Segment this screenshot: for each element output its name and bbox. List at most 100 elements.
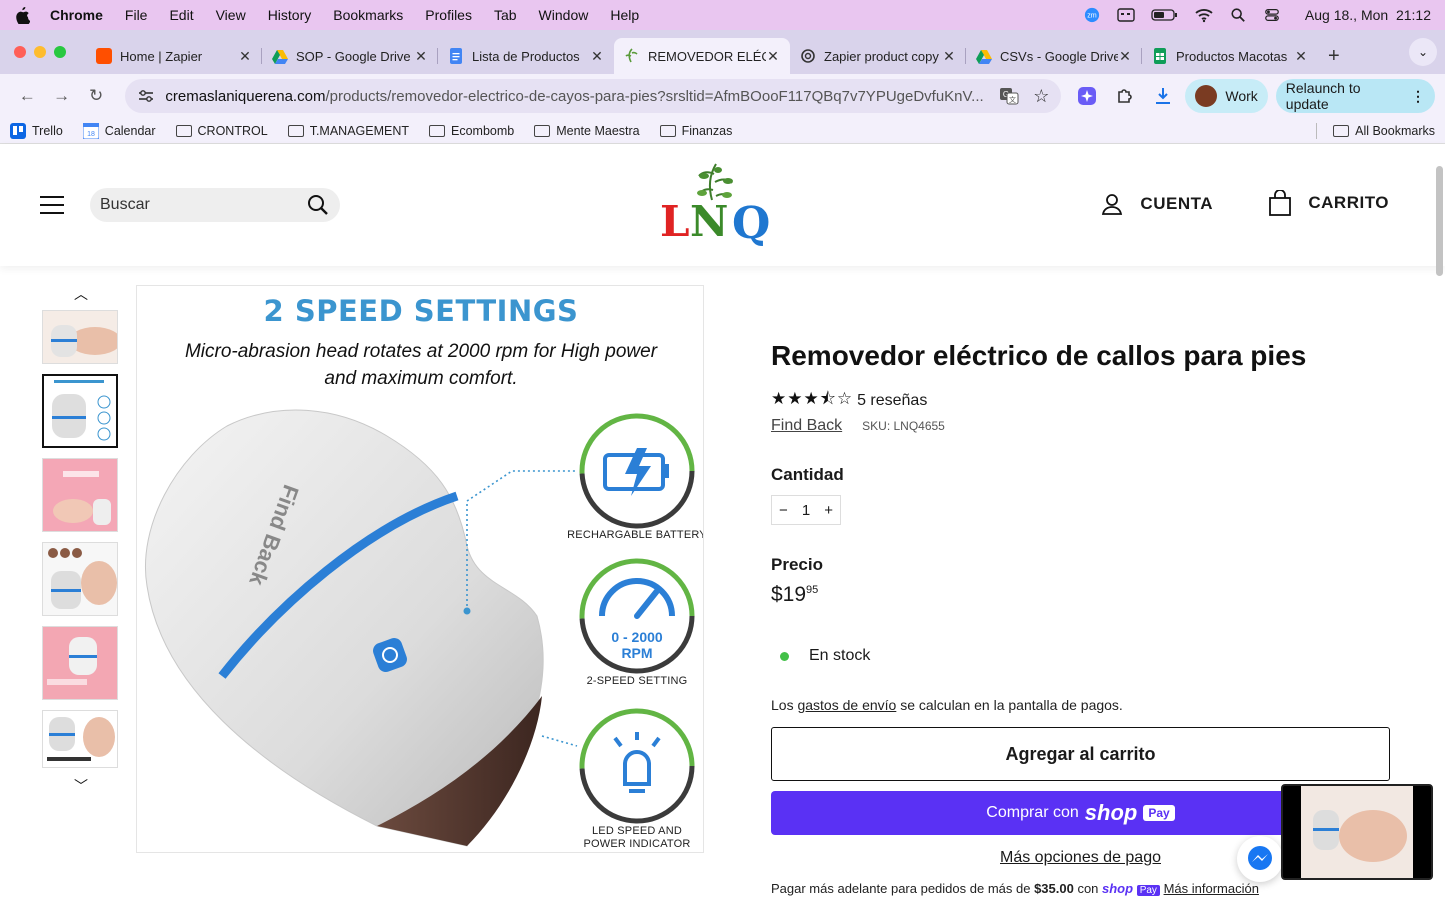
thumbnail-2-selected[interactable] — [42, 374, 118, 448]
spotlight-search-icon[interactable] — [1229, 7, 1247, 23]
thumbnail-3[interactable] — [42, 458, 118, 532]
tab-lista-productos[interactable]: Lista de Productos ✕ — [438, 38, 614, 74]
menubar-clock[interactable]: Aug 18., Mon 21:12 — [1305, 7, 1431, 23]
thumbnail-1[interactable] — [42, 310, 118, 364]
menu-view[interactable]: View — [216, 7, 246, 23]
forward-arrow-icon[interactable]: → — [44, 86, 78, 106]
tab-title: Productos Macotas — [1176, 48, 1288, 64]
minimize-window-button[interactable] — [34, 46, 46, 58]
menu-tab[interactable]: Tab — [494, 7, 517, 23]
close-tab-icon[interactable]: ✕ — [590, 48, 604, 65]
bookmark-folder-mente-maestra[interactable]: Mente Maestra — [534, 123, 640, 138]
url-text[interactable]: cremaslaniquerena.com/products/removedor… — [165, 88, 989, 105]
tab-title: SOP - Google Drive — [296, 48, 411, 64]
tab-productos-macotas[interactable]: Productos Macotas ✕ — [1142, 38, 1318, 74]
tab-title: CSVs - Google Drive — [1000, 48, 1118, 64]
menu-edit[interactable]: Edit — [169, 7, 193, 23]
wifi-icon[interactable] — [1195, 7, 1213, 23]
thumbnail-down-chevron-icon[interactable]: ﹀ — [42, 776, 120, 796]
folder-icon — [659, 124, 676, 137]
battery-icon[interactable] — [1151, 7, 1179, 23]
close-tab-icon[interactable]: ✕ — [1294, 48, 1308, 65]
account-link[interactable]: CUENTA — [1100, 192, 1213, 216]
profile-work-button[interactable]: Work — [1185, 79, 1268, 113]
thumbnail-6[interactable] — [42, 710, 118, 768]
extension-sparkle-icon[interactable] — [1077, 86, 1097, 106]
quantity-increase-button[interactable]: + — [824, 502, 833, 519]
thumbnail-gallery: ︿ ﹀ — [42, 284, 120, 796]
tab-strip: Home | Zapier ✕ SOP - Google Drive ✕ Lis… — [0, 30, 1445, 74]
quantity-stepper[interactable]: − 1 + — [771, 495, 841, 525]
folder-icon — [534, 124, 551, 137]
reload-icon[interactable]: ↻ — [79, 86, 113, 106]
tab-zapier-home[interactable]: Home | Zapier ✕ — [86, 38, 262, 74]
cart-link[interactable]: CARRITO — [1268, 190, 1389, 216]
picture-in-picture-window[interactable] — [1281, 784, 1433, 880]
close-tab-icon[interactable]: ✕ — [1118, 48, 1132, 65]
shipping-link[interactable]: gastos de envío — [797, 697, 896, 713]
new-tab-button[interactable]: + — [1328, 45, 1340, 68]
zoom-icon[interactable]: zm — [1083, 7, 1101, 23]
store-logo[interactable]: L N Q — [660, 162, 772, 248]
close-tab-icon[interactable]: ✕ — [766, 48, 780, 65]
translate-icon[interactable]: G文 — [999, 86, 1019, 106]
bookmark-folder-ecombomb[interactable]: Ecombomb — [429, 124, 514, 138]
review-count[interactable]: 5 reseñas — [857, 392, 927, 410]
main-product-image[interactable]: 2 SPEED SETTINGS Micro-abrasion head rot… — [136, 285, 704, 853]
store-search-input[interactable]: Buscar — [90, 188, 340, 222]
thumbnail-up-chevron-icon[interactable]: ︿ — [42, 284, 120, 304]
menu-file[interactable]: File — [125, 7, 148, 23]
back-arrow-icon[interactable]: ← — [10, 86, 44, 106]
page-scrollbar[interactable] — [1436, 166, 1443, 276]
bookmark-folder-finanzas[interactable]: Finanzas — [659, 124, 732, 138]
menu-hamburger-icon[interactable] — [40, 196, 64, 214]
bookmark-folder-crontrol[interactable]: CRONTROL — [175, 124, 268, 138]
messenger-chat-button[interactable] — [1237, 836, 1283, 882]
bookmark-trello[interactable]: Trello — [10, 122, 63, 139]
extensions-puzzle-icon[interactable] — [1115, 86, 1135, 106]
folder-icon — [287, 124, 304, 137]
tab-removedor-active[interactable]: REMOVEDOR ELÉCTRICO ✕ — [614, 38, 790, 74]
brand-link[interactable]: Find Back — [771, 417, 842, 435]
menu-help[interactable]: Help — [610, 7, 639, 23]
keyboard-icon[interactable] — [1117, 7, 1135, 23]
menu-window[interactable]: Window — [539, 7, 589, 23]
control-center-icon[interactable] — [1263, 7, 1281, 23]
gauge-range: 0 - 2000 — [611, 629, 663, 645]
shopping-bag-icon — [1269, 190, 1292, 216]
bookmark-star-icon[interactable]: ☆ — [1033, 86, 1049, 107]
more-info-link[interactable]: Más información — [1164, 881, 1259, 896]
all-bookmarks-button[interactable]: All Bookmarks — [1333, 124, 1435, 138]
close-tab-icon[interactable]: ✕ — [238, 48, 252, 65]
tab-csvs-drive[interactable]: CSVs - Google Drive ✕ — [966, 38, 1142, 74]
tab-zapier-product-copy[interactable]: Zapier product copy ✕ — [790, 38, 966, 74]
bookmark-folder-tmanagement[interactable]: T.MANAGEMENT — [287, 124, 409, 138]
apple-icon[interactable] — [14, 6, 30, 24]
quantity-decrease-button[interactable]: − — [779, 502, 788, 519]
address-bar[interactable]: cremaslaniquerena.com/products/removedor… — [125, 79, 1062, 113]
cart-label: CARRITO — [1308, 193, 1389, 212]
menu-app-name[interactable]: Chrome — [50, 7, 103, 23]
thumbnail-4[interactable] — [42, 542, 118, 616]
bookmark-label: Mente Maestra — [556, 123, 640, 138]
menu-history[interactable]: History — [268, 7, 312, 23]
search-icon[interactable] — [306, 193, 330, 217]
site-settings-icon[interactable] — [137, 87, 155, 105]
tab-search-chevron-icon[interactable]: ⌄ — [1409, 38, 1437, 66]
relaunch-button[interactable]: Relaunch to update ⋮ — [1275, 79, 1435, 113]
more-vert-icon[interactable]: ⋮ — [1411, 88, 1425, 105]
quantity-input[interactable]: 1 — [802, 502, 810, 519]
close-window-button[interactable] — [14, 46, 26, 58]
thumbnail-5[interactable] — [42, 626, 118, 700]
add-to-cart-button[interactable]: Agregar al carrito — [771, 727, 1390, 781]
maximize-window-button[interactable] — [54, 46, 66, 58]
tab-sop-drive[interactable]: SOP - Google Drive ✕ — [262, 38, 438, 74]
menu-bookmarks[interactable]: Bookmarks — [333, 7, 403, 23]
menu-profiles[interactable]: Profiles — [425, 7, 472, 23]
close-tab-icon[interactable]: ✕ — [942, 48, 956, 65]
bookmark-calendar[interactable]: 18 Calendar — [82, 122, 156, 139]
download-icon[interactable] — [1153, 86, 1173, 106]
shop-pay-label: Comprar con — [986, 804, 1079, 821]
product-rating[interactable]: ★★★⯪☆ 5 reseñas — [771, 386, 1390, 415]
close-tab-icon[interactable]: ✕ — [414, 48, 428, 65]
